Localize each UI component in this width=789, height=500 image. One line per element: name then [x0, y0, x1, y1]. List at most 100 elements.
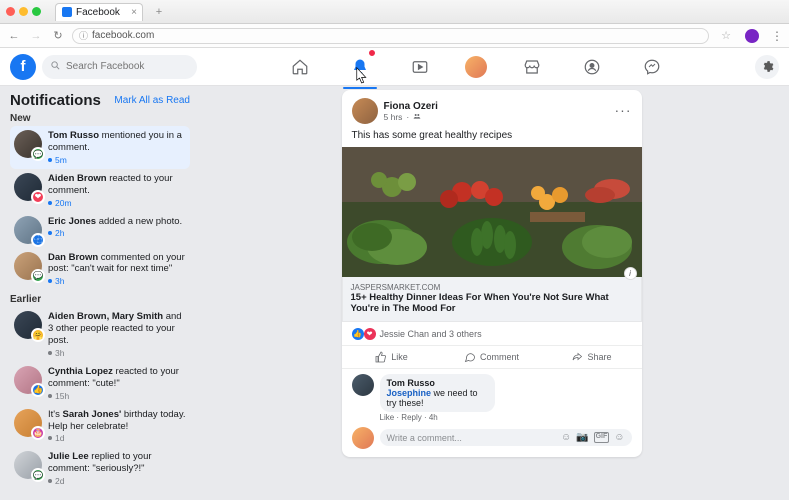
browser-menu-button[interactable]: ⋮	[771, 29, 783, 43]
heart-badge-icon: ❤	[31, 190, 45, 204]
love-icon: ❤	[364, 328, 376, 340]
notification-text: Julie Lee replied to your comment: "seri…	[48, 451, 186, 475]
nav-profile-avatar[interactable]	[465, 56, 487, 78]
browser-tab-title: Facebook	[76, 7, 120, 18]
like-badge-icon: 👍	[31, 383, 45, 397]
feed: Fiona Ozeri 5 hrs · ··· This has some gr…	[194, 86, 789, 500]
notifications-panel: Notifications Mark All as Read New 💬 Tom…	[0, 86, 194, 500]
post-text: This has some great healthy recipes	[352, 130, 632, 141]
nav-center	[203, 52, 749, 82]
photo-badge-icon: ⿻	[31, 233, 45, 247]
camera-icon[interactable]: 📷	[576, 432, 588, 443]
comment-button[interactable]: Comment	[442, 346, 542, 368]
fb-logo[interactable]: f	[10, 54, 36, 80]
notification-item[interactable]: 💬 Tom Russo mentioned you in a comment. …	[10, 126, 190, 169]
comment-item: Tom Russo Josephine we need to try these…	[352, 374, 632, 422]
search-icon	[50, 60, 61, 74]
notification-item[interactable]: ⿻ Eric Jones added a new photo. 2h	[10, 212, 190, 248]
tab-close-button[interactable]: ×	[131, 7, 137, 18]
mark-all-read-button[interactable]: Mark All as Read	[114, 95, 190, 106]
nav-notifications-icon[interactable]	[345, 52, 375, 82]
notification-time: 1d	[48, 433, 186, 443]
notification-text: Dan Brown commented on your post: "can't…	[48, 252, 186, 276]
notification-text: Eric Jones added a new photo.	[48, 216, 182, 228]
comment-badge-icon: 💬	[31, 468, 45, 482]
author-avatar[interactable]	[352, 98, 378, 124]
share-button[interactable]: Share	[542, 346, 642, 368]
commenter-name: Tom Russo	[387, 378, 489, 388]
link-title: 15+ Healthy Dinner Ideas For When You're…	[351, 292, 633, 315]
lock-icon: ⓘ	[79, 29, 88, 42]
panel-title: Notifications	[10, 92, 101, 109]
notification-item[interactable]: 👍 Cynthia Lopez reacted to your comment:…	[10, 362, 190, 405]
notification-time: 3h	[48, 348, 186, 358]
notification-text: Aiden Brown reacted to your comment.	[48, 173, 186, 197]
reaction-text: Jessie Chan and 3 others	[380, 329, 482, 339]
post-menu-button[interactable]: ···	[615, 108, 632, 114]
search-input[interactable]	[66, 61, 189, 72]
address-bar[interactable]: ⓘ facebook.com	[72, 28, 709, 44]
browser-profile-button[interactable]	[745, 29, 759, 43]
cake-badge-icon: 🎂	[31, 426, 45, 440]
new-tab-button[interactable]: +	[151, 4, 167, 20]
notification-text: Cynthia Lopez reacted to your comment: "…	[48, 366, 186, 390]
author-name[interactable]: Fiona Ozeri	[384, 101, 438, 112]
post-subtitle: 5 hrs ·	[384, 112, 438, 122]
fb-top-nav: f	[0, 48, 789, 86]
nav-messenger-icon[interactable]	[637, 52, 667, 82]
gif-icon[interactable]: GIF	[594, 432, 610, 443]
commenter-avatar[interactable]	[352, 374, 374, 396]
comment-placeholder: Write a comment...	[387, 433, 561, 443]
comment-badge-icon: 💬	[31, 269, 45, 283]
care-badge-icon: 🤗	[31, 328, 45, 342]
settings-button[interactable]	[755, 55, 779, 79]
favicon-icon	[62, 7, 72, 17]
post-header: Fiona Ozeri 5 hrs · ···	[352, 98, 632, 124]
like-button[interactable]: Like	[342, 346, 442, 368]
search-field[interactable]	[42, 55, 197, 79]
link-domain: JASPERSMARKET.COM	[351, 283, 633, 292]
my-avatar[interactable]	[352, 427, 374, 449]
notification-time: 20m	[48, 198, 186, 208]
notification-dot	[368, 49, 376, 57]
info-icon[interactable]: i	[624, 267, 637, 280]
browser-back-button[interactable]: ←	[6, 28, 22, 44]
window-minimize-button[interactable]	[19, 7, 28, 16]
browser-tab[interactable]: Facebook ×	[55, 3, 143, 21]
window-maximize-button[interactable]	[32, 7, 41, 16]
comment-actions[interactable]: Like · Reply · 4h	[380, 413, 525, 422]
nav-groups-icon[interactable]	[577, 52, 607, 82]
notification-time: 2h	[48, 228, 182, 238]
notification-item[interactable]: ❤ Aiden Brown reacted to your comment. 2…	[10, 169, 190, 212]
post-image[interactable]	[342, 147, 642, 277]
emoji-icon[interactable]: ☺	[561, 432, 571, 443]
section-new-label: New	[10, 113, 190, 124]
comment-badge-icon: 💬	[31, 147, 45, 161]
section-earlier-label: Earlier	[10, 294, 190, 305]
notification-item[interactable]: 🎂 It's Sarah Jones' birthday today. Help…	[10, 405, 190, 448]
notification-item[interactable]: 💬 Julie Lee replied to your comment: "se…	[10, 447, 190, 490]
nav-home-icon[interactable]	[285, 52, 315, 82]
notification-time: 5m	[48, 155, 186, 165]
browser-reload-button[interactable]: ↻	[50, 28, 66, 44]
nav-marketplace-icon[interactable]	[517, 52, 547, 82]
browser-forward-button[interactable]: →	[28, 28, 44, 44]
notification-time: 3h	[48, 276, 186, 286]
notification-text: It's Sarah Jones' birthday today. Help h…	[48, 409, 186, 433]
window-close-button[interactable]	[6, 7, 15, 16]
comment-input[interactable]: Write a comment... ☺ 📷 GIF ☺	[380, 429, 632, 446]
reaction-summary[interactable]: 👍 ❤ Jessie Chan and 3 others	[352, 328, 632, 340]
like-icon: 👍	[352, 328, 364, 340]
browser-toolbar: ← → ↻ ⓘ facebook.com ☆ ⋮	[0, 24, 789, 48]
bookmark-star-icon[interactable]: ☆	[721, 29, 731, 42]
notification-item[interactable]: 🤗 Aiden Brown, Mary Smith and 3 other pe…	[10, 307, 190, 362]
sticker-icon[interactable]: ☺	[614, 432, 624, 443]
notification-time: 2d	[48, 476, 186, 486]
comment-bubble[interactable]: Tom Russo Josephine we need to try these…	[380, 374, 496, 412]
link-preview[interactable]: i JASPERSMARKET.COM 15+ Healthy Dinner I…	[342, 277, 642, 322]
privacy-icon	[413, 112, 421, 122]
nav-watch-icon[interactable]	[405, 52, 435, 82]
notification-text: Aiden Brown, Mary Smith and 3 other peop…	[48, 311, 186, 347]
notification-item[interactable]: 💬 Dan Brown commented on your post: "can…	[10, 248, 190, 291]
url-text: facebook.com	[92, 30, 154, 41]
